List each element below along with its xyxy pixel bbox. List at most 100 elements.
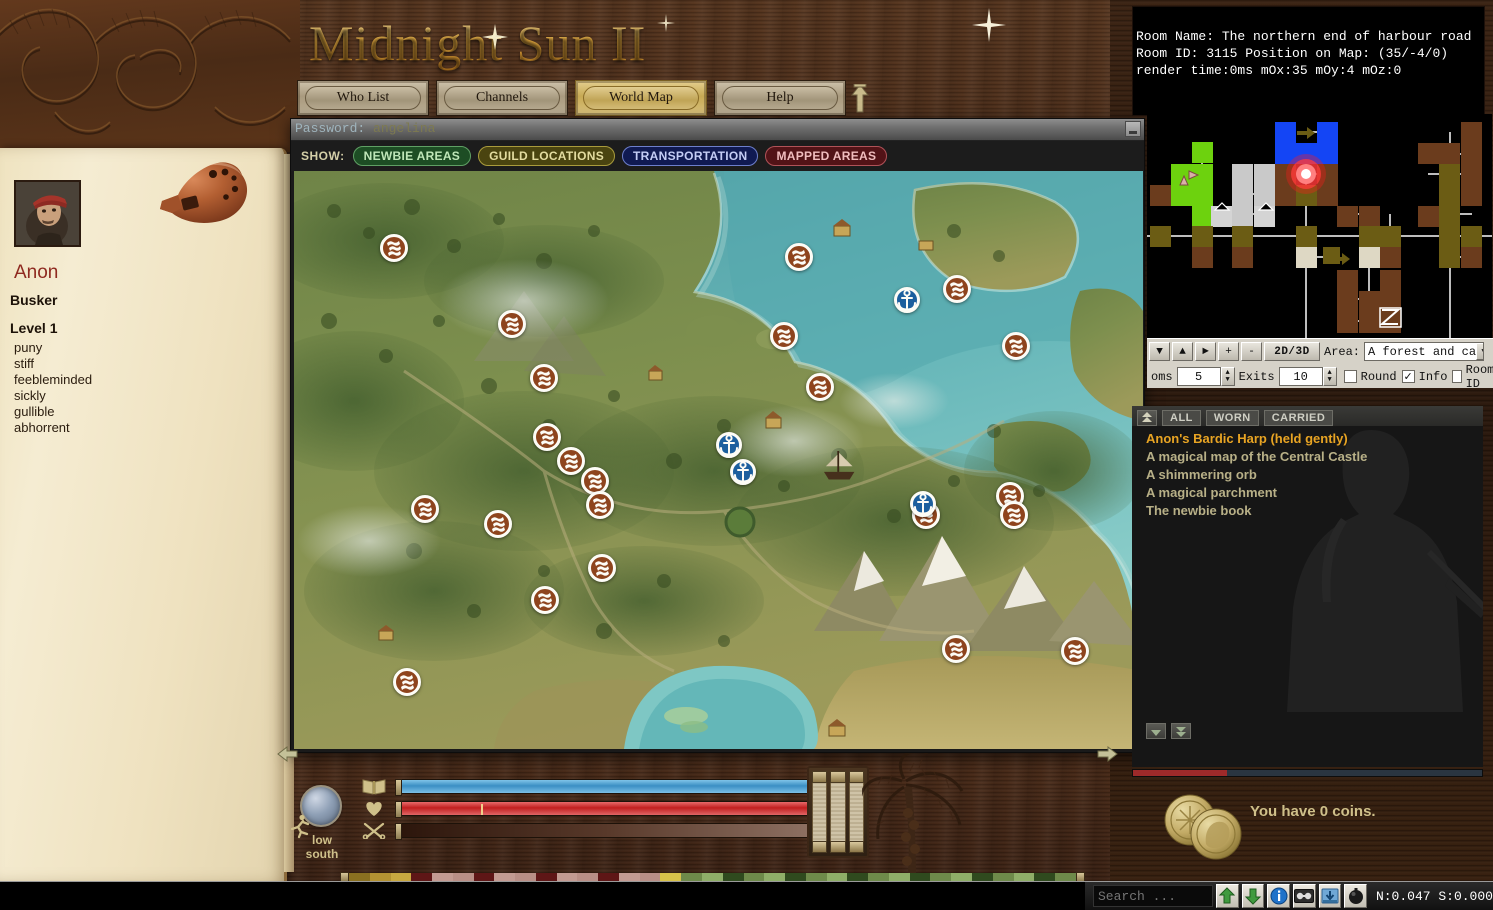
nav-button-world-map[interactable]: World Map — [575, 80, 707, 116]
coins-panel: You have 0 coins. — [1122, 778, 1493, 874]
map-site-marker-icon[interactable] — [942, 635, 970, 663]
map-site-marker-icon[interactable] — [588, 554, 616, 582]
map-up-button[interactable]: ▲ — [1172, 342, 1193, 361]
room-info-text: Room Name: The northern end of harbour r… — [1136, 29, 1472, 78]
tape-icon[interactable] — [1292, 884, 1316, 908]
map-site-marker-icon[interactable] — [1061, 637, 1089, 665]
character-trait: gullible — [14, 404, 55, 420]
checkbox-box — [1343, 370, 1357, 383]
inventory-item[interactable]: A magical map of the Central Castle — [1132, 448, 1483, 466]
swords-icon — [362, 822, 388, 840]
inventory-item[interactable]: The newbie book — [1132, 502, 1483, 520]
inventory-item[interactable]: A magical parchment — [1132, 484, 1483, 502]
exits-label: Exits — [1238, 369, 1275, 384]
minimap-controls-row-2: oms 5 ▲ ▼ Exits 10 ▲ ▼ Round ✓ Info Room ID — [1147, 363, 1493, 391]
nav-button-label: Channels — [475, 90, 529, 105]
map-down-button[interactable]: ▼ — [1149, 342, 1170, 361]
area-label: Area: — [1324, 344, 1361, 359]
up-arrow-icon[interactable] — [850, 83, 870, 119]
character-trait: sickly — [14, 388, 46, 404]
minimap-canvas[interactable] — [1147, 114, 1492, 342]
anchor-marker-icon[interactable] — [716, 432, 742, 458]
map-zoom-out-button[interactable]: - — [1241, 342, 1262, 361]
checkbox-box — [1452, 370, 1462, 383]
inventory-tab-all[interactable]: ALL — [1162, 409, 1201, 426]
map-site-marker-icon[interactable] — [531, 586, 559, 614]
exits-value: 10 — [1278, 367, 1323, 386]
map-site-marker-icon[interactable] — [943, 275, 971, 303]
map-legend-toolbar: SHOW: NEWBIE AREAS GUILD LOCATIONS TRANSPO… — [291, 141, 1144, 171]
map-site-marker-icon[interactable] — [484, 510, 512, 538]
scroll-shelf-decoration — [807, 766, 869, 858]
anchor-marker-icon[interactable] — [730, 459, 756, 485]
nav-button-who-list[interactable]: Who List — [297, 80, 429, 116]
world-map-canvas[interactable] — [294, 171, 1143, 749]
status-bars-panel: low south — [287, 753, 1127, 878]
rooms-stepper[interactable]: 5 ▲ ▼ — [1176, 367, 1235, 386]
scroll-item — [812, 771, 828, 853]
page-title: Midnight Sun II — [309, 15, 647, 71]
character-trait: feebleminded — [14, 372, 93, 388]
character-trait: stiff — [14, 356, 34, 372]
map-site-marker-icon[interactable] — [586, 491, 614, 519]
inventory-capacity-bar — [1132, 769, 1483, 777]
rooms-label: oms — [1151, 369, 1173, 384]
download-icon[interactable] — [1318, 884, 1342, 908]
map-right-button[interactable]: ► — [1195, 342, 1216, 361]
inventory-tab-worn[interactable]: WORN — [1205, 409, 1259, 426]
scroll-down-icon[interactable] — [1146, 723, 1166, 739]
legend-button-mapped-areas[interactable]: MAPPED AREAS — [765, 146, 888, 166]
scroll-up-icon[interactable] — [1137, 409, 1157, 426]
character-trait: puny — [14, 340, 43, 355]
map-zoom-in-button[interactable]: + — [1218, 342, 1239, 361]
inventory-panel: ALL WORN CARRIED Anon's Bardic Harp (held … — [1122, 398, 1493, 783]
mana-bar — [395, 779, 815, 796]
map-site-marker-icon[interactable] — [393, 668, 421, 696]
inventory-item[interactable]: A shimmering orb — [1132, 466, 1483, 484]
search-input[interactable] — [1093, 885, 1213, 907]
info-icon[interactable] — [1267, 884, 1290, 908]
map-site-marker-icon[interactable] — [770, 322, 798, 350]
character-sheet-page: Anon Busker Level 1 puny stiff feebleminde… — [0, 148, 294, 881]
anchor-marker-icon[interactable] — [894, 287, 920, 313]
checkbox-room-id[interactable]: Room ID — [1452, 363, 1493, 391]
map-site-marker-icon[interactable] — [1000, 501, 1028, 529]
legend-button-newbie-areas[interactable]: NEWBIE AREAS — [352, 146, 472, 166]
exits-stepper[interactable]: 10 ▲ ▼ — [1278, 367, 1337, 386]
main-navigation: Who List Channels World Map Help — [297, 80, 846, 116]
map-site-marker-icon[interactable] — [498, 310, 526, 338]
legend-button-transportation[interactable]: TRANSPORTATION — [622, 146, 759, 166]
character-class: Busker — [10, 292, 58, 308]
map-site-marker-icon[interactable] — [411, 495, 439, 523]
area-select[interactable]: A forest and ca ▼ — [1364, 342, 1485, 361]
nav-button-help[interactable]: Help — [714, 80, 846, 116]
scroll-down-green-icon[interactable] — [1241, 884, 1265, 908]
inventory-item[interactable]: Anon's Bardic Harp (held gently) — [1132, 430, 1483, 448]
sphere-icon[interactable] — [1344, 884, 1367, 908]
checkbox-round[interactable]: Round — [1343, 363, 1397, 391]
ocarina-decoration — [150, 153, 260, 263]
nav-button-label: Who List — [336, 90, 390, 105]
scroll-page-down-icon[interactable] — [1171, 723, 1191, 739]
map-2d3d-button[interactable]: 2D/3D — [1264, 342, 1320, 361]
chevron-down-icon[interactable]: ▼ — [1476, 343, 1484, 360]
nav-button-channels[interactable]: Channels — [436, 80, 568, 116]
anchor-marker-icon[interactable] — [910, 491, 936, 517]
world-map-window: Password: angelina SHOW: NEWBIE AREAS GUI… — [290, 118, 1145, 753]
nav-button-label: World Map — [609, 90, 673, 105]
checkbox-info[interactable]: ✓ Info — [1401, 363, 1447, 391]
map-site-marker-icon[interactable] — [530, 364, 558, 392]
legend-button-guild-locations[interactable]: GUILD LOCATIONS — [478, 146, 616, 166]
map-site-marker-icon[interactable] — [380, 234, 408, 262]
map-site-marker-icon[interactable] — [806, 373, 834, 401]
scroll-up-green-icon[interactable] — [1216, 884, 1239, 908]
health-bar — [395, 801, 815, 818]
book-icon — [362, 778, 388, 795]
map-site-marker-icon[interactable] — [1002, 332, 1030, 360]
experience-bar — [395, 823, 815, 840]
rooms-value: 5 — [1176, 367, 1221, 386]
map-site-marker-icon[interactable] — [785, 243, 813, 271]
map-window-titlebar[interactable]: Password: angelina — [291, 119, 1144, 141]
password-line: Password: angelina — [295, 121, 435, 136]
checkbox-label: Round — [1360, 369, 1397, 384]
